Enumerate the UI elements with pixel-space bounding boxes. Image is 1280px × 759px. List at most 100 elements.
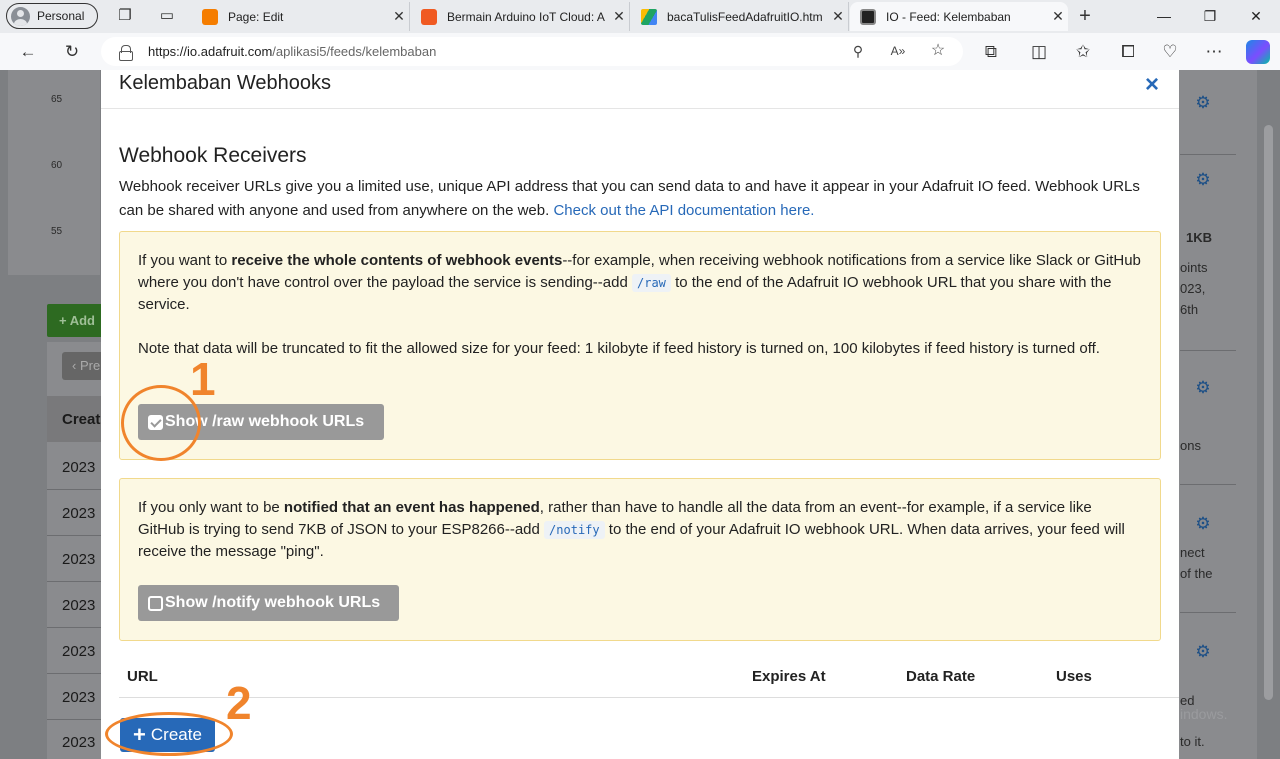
close-icon[interactable]: ✕ bbox=[828, 8, 848, 25]
window-close-icon[interactable]: ✕ bbox=[1236, 4, 1276, 28]
feed-info-text: nect bbox=[1180, 545, 1205, 560]
close-icon[interactable]: ✕ bbox=[389, 8, 409, 25]
extensions-icon[interactable]: ⧉ bbox=[980, 41, 1002, 63]
google-drive-icon bbox=[641, 8, 657, 25]
feed-info-text: of the bbox=[1180, 566, 1213, 581]
collections-icon[interactable]: ⧠ bbox=[1117, 41, 1139, 63]
address-bar[interactable]: https://io.adafruit.com/aplikasi5/feeds/… bbox=[101, 37, 963, 66]
notify-checkbox[interactable] bbox=[148, 595, 163, 611]
table-row bbox=[47, 535, 107, 536]
gear-icon: ⚙ bbox=[1195, 378, 1211, 397]
feed-info-text: 6th bbox=[1180, 302, 1199, 317]
column-header-expires: Expires At bbox=[752, 668, 826, 685]
tab-bacatulis[interactable]: bacaTulisFeedAdafruitIO.htm ✕ bbox=[631, 2, 849, 31]
feed-info-sidebar bbox=[1179, 70, 1257, 759]
table-cell-date: 2023 bbox=[62, 689, 96, 706]
raw-code: /raw bbox=[632, 274, 671, 292]
column-header-uses: Uses bbox=[1056, 668, 1092, 685]
copilot-icon[interactable] bbox=[1246, 40, 1270, 64]
notify-description: If you only want to be notified that an … bbox=[138, 499, 1125, 560]
divider bbox=[1180, 350, 1236, 351]
zoom-icon[interactable]: ⚲ bbox=[849, 42, 867, 60]
tab-page-edit[interactable]: Page: Edit ✕ bbox=[192, 2, 410, 31]
page-scrollbar[interactable] bbox=[1264, 125, 1273, 700]
feed-info-text: oints bbox=[1180, 260, 1208, 275]
reload-icon[interactable]: ↻ bbox=[61, 41, 83, 63]
workspaces-icon[interactable]: ❐ bbox=[116, 7, 134, 25]
table-cell-date: 2023 bbox=[62, 734, 96, 751]
previous-page-button: ‹ Pre bbox=[62, 352, 106, 380]
notify-webhook-callout: If you only want to be notified that an … bbox=[119, 478, 1161, 641]
column-header-created: Creat bbox=[62, 411, 101, 428]
modal-header: Kelembaban Webhooks × bbox=[101, 70, 1179, 109]
truncation-note: Note that data will be truncated to fit … bbox=[138, 340, 1100, 357]
table-row bbox=[47, 673, 107, 674]
table-row bbox=[47, 581, 107, 582]
profile-label: Personal bbox=[37, 9, 85, 23]
annotation-circle-checkbox bbox=[121, 385, 201, 461]
annotation-circle-create bbox=[105, 712, 233, 756]
table-row bbox=[47, 489, 107, 490]
notify-code: /notify bbox=[544, 521, 605, 539]
tab-io-feed-kelembaban[interactable]: IO - Feed: Kelembaban ✕ bbox=[850, 2, 1068, 31]
modal-title: Kelembaban Webhooks bbox=[119, 72, 331, 94]
divider bbox=[1180, 484, 1236, 485]
browser-nav-bar: ← ↻ https://io.adafruit.com/aplikasi5/fe… bbox=[0, 33, 1280, 70]
table-cell-date: 2023 bbox=[62, 643, 96, 660]
divider bbox=[1180, 612, 1236, 613]
more-menu-icon[interactable]: ⋯ bbox=[1203, 41, 1225, 63]
raw-webhook-callout: If you want to receive the whole content… bbox=[119, 231, 1161, 460]
column-header-url: URL bbox=[127, 668, 158, 685]
feed-size-text: 1KB bbox=[1186, 230, 1213, 245]
browser-essentials-icon[interactable]: ♡ bbox=[1159, 41, 1181, 63]
activate-windows-watermark: indows. bbox=[1180, 706, 1228, 722]
gear-icon: ⚙ bbox=[1195, 514, 1211, 533]
gear-icon: ⚙ bbox=[1195, 170, 1211, 189]
show-notify-urls-button[interactable]: Show /notify webhook URLs bbox=[138, 585, 399, 621]
tab-actions-icon[interactable]: ▭ bbox=[158, 7, 176, 25]
url-path: /aplikasi5/feeds/kelembaban bbox=[272, 44, 437, 59]
close-icon[interactable]: ✕ bbox=[609, 8, 629, 25]
intro-text: Webhook receiver URLs give you a limited… bbox=[119, 178, 1140, 219]
annotation-step-1: 1 bbox=[190, 353, 216, 405]
adafruit-icon bbox=[860, 8, 876, 25]
minimize-icon[interactable]: — bbox=[1144, 4, 1184, 28]
split-screen-icon[interactable]: ◫ bbox=[1028, 41, 1050, 63]
blogger-icon bbox=[202, 8, 218, 25]
section-title: Webhook Receivers bbox=[119, 144, 307, 167]
close-icon[interactable]: ✕ bbox=[1048, 8, 1068, 25]
profile-button[interactable]: Personal bbox=[6, 3, 98, 29]
close-icon[interactable]: × bbox=[1141, 72, 1163, 98]
axis-tick: 55 bbox=[51, 226, 63, 237]
table-cell-date: 2023 bbox=[62, 597, 96, 614]
table-row bbox=[47, 719, 107, 720]
gear-icon: ⚙ bbox=[1195, 93, 1211, 112]
table-cell-date: 2023 bbox=[62, 551, 96, 568]
webhooks-modal: Kelembaban Webhooks × Webhook Receivers … bbox=[101, 70, 1179, 759]
add-data-button: + Add bbox=[47, 304, 107, 337]
read-aloud-icon[interactable]: A» bbox=[889, 42, 907, 60]
favorites-icon[interactable]: ✩ bbox=[1072, 41, 1094, 63]
annotation-step-2: 2 bbox=[226, 677, 252, 729]
table-row bbox=[47, 627, 107, 628]
table-cell-date: 2023 bbox=[62, 505, 96, 522]
divider bbox=[1180, 154, 1236, 155]
axis-tick: 60 bbox=[51, 160, 63, 171]
axis-tick: 65 bbox=[51, 94, 63, 105]
back-icon[interactable]: ← bbox=[17, 41, 39, 63]
url-host: https://io.adafruit.com bbox=[148, 44, 273, 59]
avatar bbox=[11, 6, 30, 26]
feed-info-text: 023, bbox=[1180, 281, 1206, 296]
browser-tab-bar: Personal ❐ ▭ Page: Edit ✕ Bermain Arduin… bbox=[0, 0, 1280, 33]
favorite-star-icon[interactable]: ☆ bbox=[929, 42, 947, 60]
api-docs-link[interactable]: Check out the API documentation here. bbox=[553, 202, 814, 219]
feed-info-text: to it. bbox=[1180, 734, 1205, 749]
restore-icon[interactable]: ❐ bbox=[1190, 4, 1230, 28]
gear-icon: ⚙ bbox=[1195, 642, 1211, 661]
new-tab-icon[interactable]: + bbox=[1076, 6, 1094, 26]
lock-icon bbox=[119, 44, 133, 61]
blogger-icon bbox=[421, 8, 437, 25]
column-header-data-rate: Data Rate bbox=[906, 668, 976, 685]
tab-bermain-arduino[interactable]: Bermain Arduino IoT Cloud: A ✕ bbox=[411, 2, 630, 31]
feed-info-text: ons bbox=[1180, 438, 1201, 453]
